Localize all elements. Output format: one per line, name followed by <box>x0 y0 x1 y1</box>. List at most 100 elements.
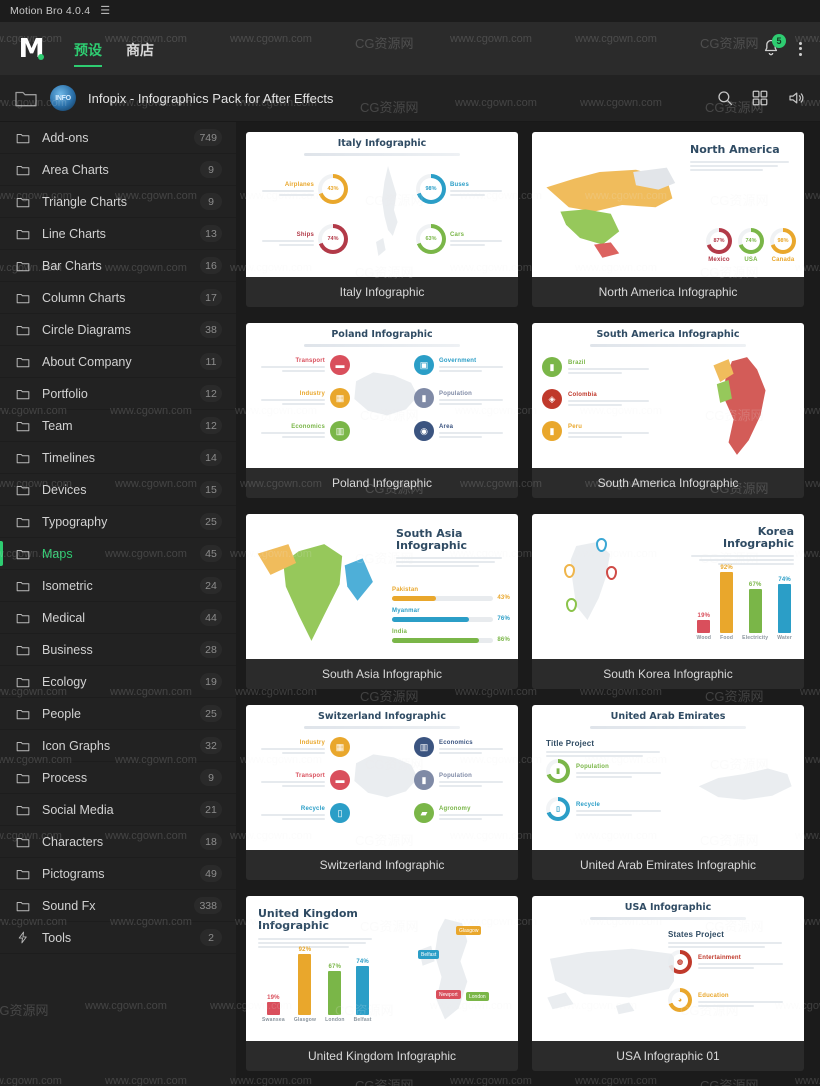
item-value: 19% <box>267 995 280 1001</box>
item-label: Brazil <box>568 360 586 366</box>
item-value: 19% <box>697 613 711 619</box>
sidebar-item-ecology[interactable]: Ecology 19 <box>0 666 236 698</box>
sidebar-item-icon-graphs[interactable]: Icon Graphs 32 <box>0 730 236 762</box>
item-label: Transport <box>295 358 325 364</box>
category-sidebar[interactable]: Add-ons 749 Area Charts 9 Triangle Charts 9 Li… <box>0 122 236 1086</box>
category-icon: ▬ <box>330 770 350 790</box>
map-pin-icon <box>596 538 607 552</box>
sidebar-item-about-company[interactable]: About Company 11 <box>0 346 236 378</box>
sidebar-item-triangle-charts[interactable]: Triangle Charts 9 <box>0 186 236 218</box>
sidebar-item-timelines[interactable]: Timelines 14 <box>0 442 236 474</box>
sidebar-item-label: Column Charts <box>42 290 126 305</box>
folder-icon <box>16 388 32 400</box>
preset-thumbnail[interactable]: United Kingdom Infographic Glasgow Belfast… <box>246 896 518 1041</box>
sidebar-item-team[interactable]: Team 12 <box>0 410 236 442</box>
kebab-menu-icon[interactable] <box>795 40 806 58</box>
sidebar-item-label: Typography <box>42 514 108 529</box>
sidebar-item-portfolio[interactable]: Portfolio 12 <box>0 378 236 410</box>
sidebar-item-count: 9 <box>200 769 222 786</box>
window-title-bar: Motion Bro 4.0.4 ☰ <box>0 0 820 22</box>
map-pin-icon <box>564 564 575 578</box>
bar <box>778 584 792 633</box>
preset-thumbnail[interactable]: United Arab Emirates Title Project ▮ Popula… <box>532 705 804 850</box>
preset-card[interactable]: USA Infographic States Project ◍ Entertainm… <box>532 896 804 1071</box>
sidebar-item-devices[interactable]: Devices 15 <box>0 474 236 506</box>
sidebar-item-label: Bar Charts <box>42 258 102 273</box>
category-icon: ◈ <box>542 389 562 409</box>
hamburger-icon[interactable]: ☰ <box>100 5 110 17</box>
sidebar-item-sound-fx[interactable]: Sound Fx 338 <box>0 890 236 922</box>
preset-card[interactable]: South America Infographic ▮ Brazil ◈ Colombi… <box>532 323 804 498</box>
sidebar-item-area-charts[interactable]: Area Charts 9 <box>0 154 236 186</box>
preset-caption: South America Infographic <box>597 476 739 490</box>
preset-card[interactable]: United Arab Emirates Title Project ▮ Popula… <box>532 705 804 880</box>
sidebar-item-maps[interactable]: Maps 45 <box>0 538 236 570</box>
tab-store[interactable]: 商店 <box>126 40 154 67</box>
sidebar-item-characters[interactable]: Characters 18 <box>0 826 236 858</box>
sidebar-item-line-charts[interactable]: Line Charts 13 <box>0 218 236 250</box>
preset-thumbnail[interactable]: Poland Infographic Transport ▬ Industry ▦ Eco… <box>246 323 518 468</box>
sidebar-item-count: 18 <box>200 833 222 850</box>
folder-icon <box>16 196 32 208</box>
thumb-title: United Arab Emirates <box>610 711 726 722</box>
logo-dot <box>38 53 44 60</box>
sidebar-item-count: 28 <box>200 641 222 658</box>
sidebar-item-count: 21 <box>200 801 222 818</box>
sidebar-item-social-media[interactable]: Social Media 21 <box>0 794 236 826</box>
sidebar-item-add-ons[interactable]: Add-ons 749 <box>0 122 236 154</box>
preset-thumbnail[interactable]: South America Infographic ▮ Brazil ◈ Colombi… <box>532 323 804 468</box>
preset-card[interactable]: Korea Infographic 19% Wood 92% Food 67% Electr… <box>532 514 804 689</box>
preset-thumbnail[interactable]: Korea Infographic 19% Wood 92% Food 67% Electr… <box>532 514 804 659</box>
grid-view-icon[interactable] <box>751 89 769 107</box>
preset-card[interactable]: South Asia Infographic Pakistan 43% Myanmar… <box>246 514 518 689</box>
folder-icon <box>16 133 30 143</box>
sidebar-item-count: 25 <box>200 513 222 530</box>
folder-icon <box>16 868 32 880</box>
preset-thumbnail[interactable]: USA Infographic States Project ◍ Entertainm… <box>532 896 804 1041</box>
folder-icon[interactable] <box>14 88 38 108</box>
preset-card[interactable]: Poland Infographic Transport ▬ Industry ▦ Eco… <box>246 323 518 498</box>
preset-card[interactable]: United Kingdom Infographic Glasgow Belfast… <box>246 896 518 1071</box>
top-navigation-bar: M 预设 商店 5 <box>0 22 820 75</box>
preset-thumbnail[interactable]: South Asia Infographic Pakistan 43% Myanmar… <box>246 514 518 659</box>
sidebar-item-tools[interactable]: Tools 2 <box>0 922 236 954</box>
item-label: Canada <box>771 257 795 263</box>
sidebar-item-count: 24 <box>200 577 222 594</box>
country-map <box>257 544 373 641</box>
sidebar-item-people[interactable]: People 25 <box>0 698 236 730</box>
preset-card[interactable]: North America 87% Mexico 74% USA 98% Canada Nor… <box>532 132 804 307</box>
category-icon: ◉ <box>414 421 434 441</box>
sound-icon[interactable] <box>786 89 806 107</box>
sidebar-item-typography[interactable]: Typography 25 <box>0 506 236 538</box>
sidebar-item-count: 49 <box>200 865 222 882</box>
sidebar-item-circle-diagrams[interactable]: Circle Diagrams 38 <box>0 314 236 346</box>
category-icon: ▰ <box>414 803 434 823</box>
sidebar-item-pictograms[interactable]: Pictograms 49 <box>0 858 236 890</box>
sidebar-item-count: 19 <box>200 673 222 690</box>
sidebar-item-medical[interactable]: Medical 44 <box>0 602 236 634</box>
preset-gallery: Italy Infographic Airplanes 43% 98% Buses Shi… <box>236 122 820 1086</box>
preset-thumbnail[interactable]: Italy Infographic Airplanes 43% 98% Buses Shi… <box>246 132 518 277</box>
bar-row: Pakistan 43% <box>392 587 510 601</box>
sidebar-item-column-charts[interactable]: Column Charts 17 <box>0 282 236 314</box>
preset-card[interactable]: Switzerland Infographic Industry ▦ Transpor… <box>246 705 518 880</box>
notifications-button[interactable]: 5 <box>761 33 786 60</box>
preset-thumbnail[interactable]: North America 87% Mexico 74% USA 98% Canada <box>532 132 804 277</box>
sidebar-item-isometric[interactable]: Isometric 24 <box>0 570 236 602</box>
donut-chart: 98% <box>770 228 796 254</box>
sidebar-item-count: 17 <box>200 289 222 306</box>
item-value: 92% <box>720 565 733 571</box>
map-label: London <box>466 992 489 1001</box>
item-label: Population <box>439 773 472 779</box>
sidebar-item-process[interactable]: Process 9 <box>0 762 236 794</box>
sidebar-item-business[interactable]: Business 28 <box>0 634 236 666</box>
search-icon[interactable] <box>716 89 734 107</box>
item-label: Buses <box>450 182 470 188</box>
preset-caption: South Korea Infographic <box>603 667 733 681</box>
sidebar-item-count: 338 <box>194 897 222 914</box>
tab-presets[interactable]: 预设 <box>74 40 102 67</box>
preset-thumbnail[interactable]: Switzerland Infographic Industry ▦ Transpor… <box>246 705 518 850</box>
sidebar-item-bar-charts[interactable]: Bar Charts 16 <box>0 250 236 282</box>
preset-card[interactable]: Italy Infographic Airplanes 43% 98% Buses Shi… <box>246 132 518 307</box>
country-map <box>547 948 674 1015</box>
